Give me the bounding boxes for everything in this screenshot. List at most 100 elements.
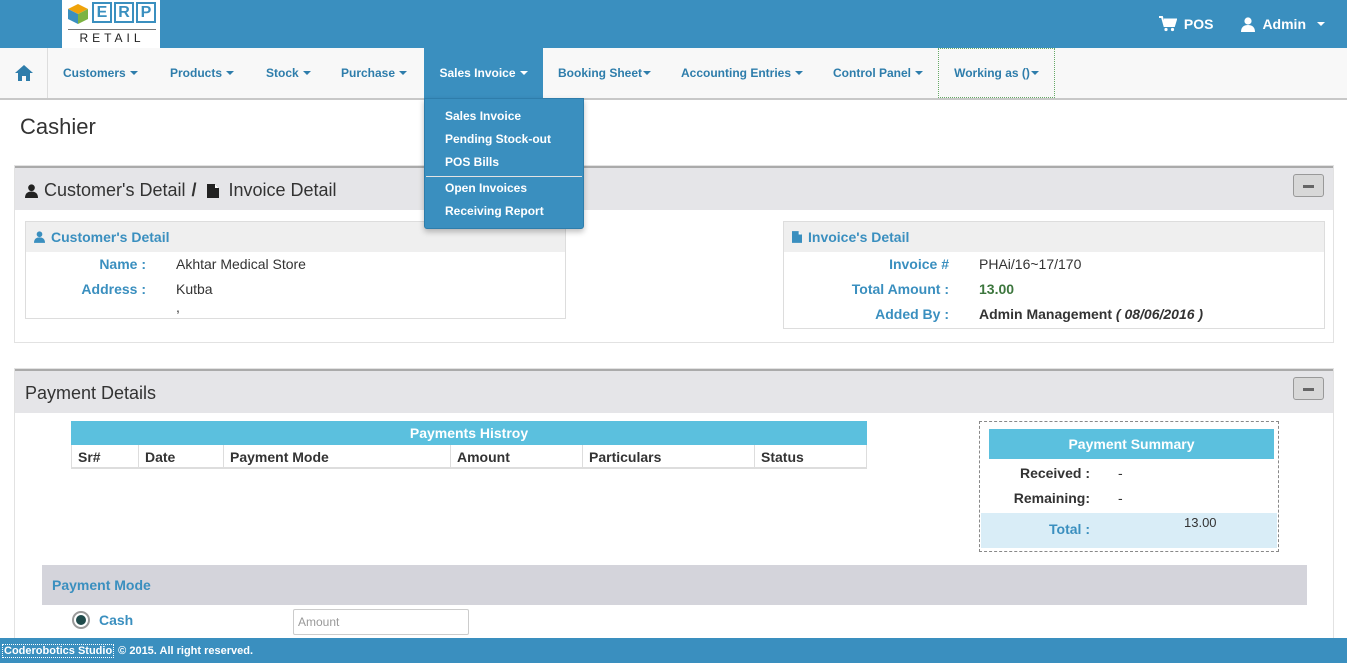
column-header: Particulars: [583, 445, 755, 467]
top-right-menu: POS Admin: [1158, 0, 1325, 48]
added-by-name: Admin Management: [979, 306, 1113, 322]
nav-label: Purchase: [341, 66, 396, 80]
shopping-cart-icon: [1158, 16, 1177, 32]
payment-summary-title: Payment Summary: [989, 429, 1274, 459]
chevron-down-icon: [915, 71, 924, 75]
chevron-down-icon: [1317, 22, 1325, 26]
invoice-number-value: PHAi/16~17/170: [979, 256, 1082, 272]
home-button[interactable]: [0, 48, 48, 98]
admin-label: Admin: [1262, 16, 1306, 32]
customer-detail-title: Customer's Detail: [44, 180, 186, 200]
chevron-down-icon: [226, 71, 235, 75]
customer-detail-box: Customer's Detail Name : Akhtar Medical …: [25, 221, 566, 319]
studio-link[interactable]: Coderobotics Studio: [2, 643, 115, 658]
menu-item-pending-stock-out[interactable]: Pending Stock-out: [445, 132, 551, 146]
summary-total-value: 13.00: [1184, 515, 1217, 530]
main-navbar: Customers Products Stock Purchase Sales …: [0, 48, 1347, 100]
logo-letter: R: [114, 2, 134, 23]
logo-letter: E: [92, 2, 112, 23]
remaining-value: -: [1118, 490, 1123, 506]
nav-label: Customers: [63, 66, 126, 80]
column-header: Payment Mode: [224, 445, 451, 467]
cash-label: Cash: [99, 612, 134, 628]
cash-radio[interactable]: [72, 611, 90, 629]
sales-invoice-dropdown: Sales Invoice Pending Stock-out POS Bill…: [424, 98, 584, 229]
menu-item-open-invoices[interactable]: Open Invoices: [445, 181, 527, 195]
pos-label: POS: [1183, 16, 1214, 32]
payments-history-title: Payments Histroy: [71, 421, 867, 445]
collapse-button[interactable]: [1293, 174, 1324, 197]
column-header: Sr#: [72, 445, 139, 467]
nav-sales-invoice[interactable]: Sales Invoice: [424, 48, 543, 98]
added-by-label: Added By :: [875, 306, 949, 322]
nav-label: Products: [170, 66, 223, 80]
payment-details-panel: Payment Details Payments Histroy Sr# Dat…: [14, 368, 1334, 640]
cube-logo-icon: [68, 4, 88, 24]
invoice-number-label: Invoice #: [889, 256, 949, 272]
user-icon: [1241, 16, 1256, 32]
erp-retail-logo[interactable]: E R P RETAIL: [62, 0, 160, 48]
panel-header: Payment Details: [15, 369, 1333, 413]
nav-label: Stock: [266, 66, 299, 80]
address-label: Address :: [81, 281, 146, 297]
chevron-down-icon: [643, 71, 652, 75]
nav-control-panel[interactable]: Control Panel: [833, 48, 924, 98]
nav-label: Control Panel: [833, 66, 912, 80]
summary-total-row: Total : 13.00: [981, 513, 1277, 548]
payment-mode-heading: Payment Mode: [42, 565, 1307, 605]
nav-products[interactable]: Products: [170, 48, 235, 98]
nav-customers[interactable]: Customers: [63, 48, 138, 98]
document-icon: [206, 183, 219, 198]
menu-item-pos-bills[interactable]: POS Bills: [445, 155, 499, 169]
column-header: Status: [761, 449, 804, 465]
document-icon: [792, 231, 802, 243]
menu-item-receiving-report[interactable]: Receiving Report: [445, 204, 544, 218]
payment-summary-box: Payment Summary Received : - Remaining: …: [979, 421, 1279, 552]
nav-accounting-entries[interactable]: Accounting Entries: [681, 48, 804, 98]
nav-purchase[interactable]: Purchase: [341, 48, 408, 98]
logo-subtitle: RETAIL: [68, 29, 156, 45]
chevron-down-icon: [519, 71, 528, 75]
summary-total-label: Total :: [1049, 521, 1090, 537]
name-label: Name :: [99, 256, 146, 272]
total-amount-value: 13.00: [979, 281, 1015, 297]
pos-link[interactable]: POS: [1158, 16, 1214, 32]
address-value: Kutba: [176, 281, 213, 297]
nav-stock[interactable]: Stock: [266, 48, 311, 98]
table-header-row: Sr# Date Payment Mode Amount Particulars…: [71, 445, 867, 469]
admin-menu-toggle[interactable]: Admin: [1241, 16, 1325, 32]
nav-booking-sheet[interactable]: Booking Sheet: [558, 48, 652, 98]
top-bar: E R P RETAIL POS Admin: [0, 0, 1347, 48]
menu-item-sales-invoice[interactable]: Sales Invoice: [445, 109, 521, 123]
received-value: -: [1118, 465, 1123, 481]
copyright-text: © 2015. All right reserved.: [118, 644, 254, 657]
chevron-down-icon: [399, 71, 408, 75]
nav-label: Sales Invoice: [439, 66, 516, 80]
panel-header: Customer's Detail / Invoice Detail: [15, 166, 1333, 210]
invoice-detail-box: Invoice's Detail Invoice # PHAi/16~17/17…: [783, 221, 1325, 329]
title-separator: /: [191, 180, 197, 200]
page-title: Cashier: [20, 114, 96, 139]
column-header: Date: [139, 445, 224, 467]
collapse-button[interactable]: [1293, 377, 1324, 400]
invoice-detail-header: Invoice's Detail: [784, 222, 1324, 252]
name-value: Akhtar Medical Store: [176, 256, 306, 272]
address-line-2: ,: [176, 299, 180, 315]
chevron-down-icon: [1030, 71, 1039, 75]
added-date: ( 08/06/2016 ): [1115, 306, 1204, 322]
nav-working-as[interactable]: Working as (): [938, 48, 1055, 98]
payments-history-table: Payments Histroy Sr# Date Payment Mode A…: [71, 421, 867, 469]
footer: Coderobotics Studio © 2015. All right re…: [0, 638, 1347, 663]
customer-detail-heading: Customer's Detail: [51, 229, 170, 245]
received-label: Received :: [1019, 465, 1090, 481]
logo-letter: P: [136, 2, 156, 23]
nav-label: Booking Sheet: [558, 66, 643, 80]
nav-label: Accounting Entries: [681, 66, 792, 80]
nav-label: Working as (): [954, 66, 1030, 80]
amount-input[interactable]: [293, 609, 469, 635]
chevron-down-icon: [129, 71, 138, 75]
invoice-detail-heading: Invoice's Detail: [808, 229, 910, 245]
user-icon: [34, 231, 45, 243]
total-amount-label: Total Amount :: [851, 281, 949, 297]
chevron-down-icon: [795, 71, 804, 75]
